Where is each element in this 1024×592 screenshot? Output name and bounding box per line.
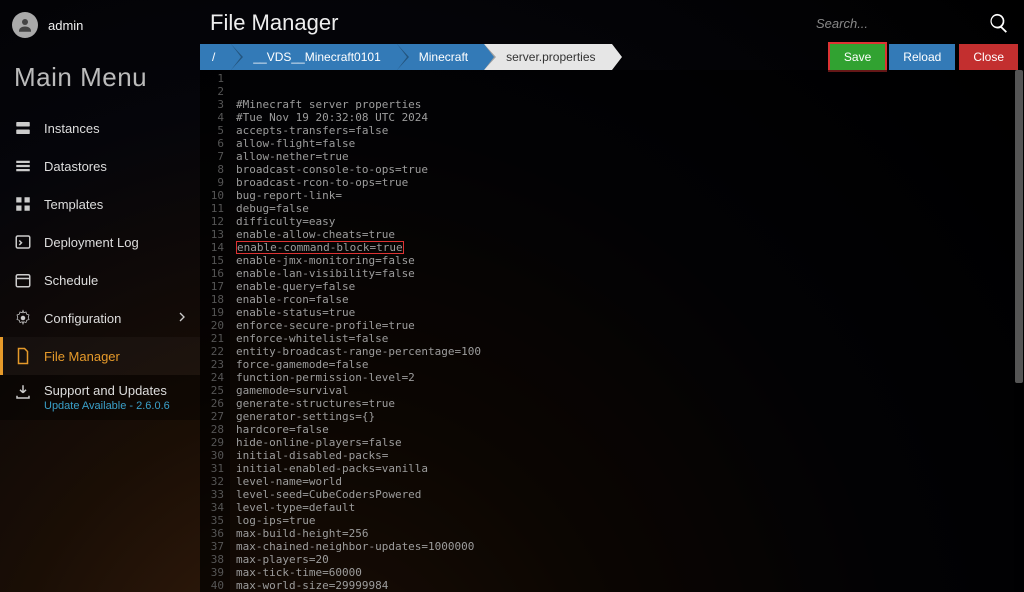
scrollbar-vertical[interactable] (1014, 70, 1024, 592)
editor-line[interactable]: level-name=world (236, 475, 1018, 488)
editor-line[interactable]: max-tick-time=60000 (236, 566, 1018, 579)
breadcrumb-row: /__VDS__Minecraft0101Minecraftserver.pro… (200, 44, 1018, 70)
scrollbar-thumb[interactable] (1015, 70, 1023, 383)
editor-line[interactable]: enable-status=true (236, 306, 1018, 319)
sidebar-item-schedule[interactable]: Schedule (0, 261, 200, 299)
editor-line[interactable]: enable-allow-cheats=true (236, 228, 1018, 241)
editor-line[interactable]: enforce-secure-profile=true (236, 319, 1018, 332)
editor-line[interactable]: initial-disabled-packs= (236, 449, 1018, 462)
breadcrumbs: /__VDS__Minecraft0101Minecraftserver.pro… (200, 44, 822, 70)
sidebar-item-deployment-log[interactable]: Deployment Log (0, 223, 200, 261)
sidebar-item-label: Datastores (44, 159, 107, 174)
editor-line[interactable]: force-gamemode=false (236, 358, 1018, 371)
sidebar-item-datastores[interactable]: Datastores (0, 147, 200, 185)
editor-line[interactable]: allow-flight=false (236, 137, 1018, 150)
editor-line[interactable]: initial-enabled-packs=vanilla (236, 462, 1018, 475)
sidebar-item-label: Schedule (44, 273, 98, 288)
sidebar-item-label: File Manager (44, 349, 120, 364)
save-button[interactable]: Save (830, 44, 885, 70)
storage-icon (14, 157, 32, 175)
editor-line[interactable]: accepts-transfers=false (236, 124, 1018, 137)
editor-line[interactable]: generator-settings={} (236, 410, 1018, 423)
editor-line[interactable]: #Tue Nov 19 20:32:08 UTC 2024 (236, 111, 1018, 124)
sidebar-item-templates[interactable]: Templates (0, 185, 200, 223)
main-menu-title: Main Menu (0, 44, 200, 107)
breadcrumb-item[interactable]: server.properties (484, 44, 611, 70)
editor-line[interactable]: gamemode=survival (236, 384, 1018, 397)
code-editor[interactable]: 1234567891011121314151617181920212223242… (200, 70, 1024, 592)
breadcrumb-item[interactable]: __VDS__Minecraft0101 (231, 44, 396, 70)
download-icon (14, 383, 32, 401)
close-button[interactable]: Close (959, 44, 1018, 70)
sidebar-item-file-manager[interactable]: File Manager (0, 337, 200, 375)
editor-line[interactable]: hardcore=false (236, 423, 1018, 436)
editor-line[interactable]: enable-lan-visibility=false (236, 267, 1018, 280)
search-input[interactable] (816, 16, 976, 31)
action-buttons: Save Reload Close (830, 44, 1018, 70)
menu-list: Instances Datastores Templates Deployment L… (0, 109, 200, 420)
sidebar-item-label: Support and Updates (44, 383, 170, 398)
avatar (12, 12, 38, 38)
update-available-label: Update Available - 2.6.0.6 (44, 400, 170, 412)
editor-line[interactable]: difficulty=easy (236, 215, 1018, 228)
sidebar-item-label: Deployment Log (44, 235, 139, 250)
editor-line[interactable]: enable-jmx-monitoring=false (236, 254, 1018, 267)
sidebar: admin Main Menu Instances Datastores Templ… (0, 0, 200, 592)
sidebar-item-label: Configuration (44, 311, 121, 326)
sidebar-item-instances[interactable]: Instances (0, 109, 200, 147)
log-icon (14, 233, 32, 251)
editor-gutter: 1234567891011121314151617181920212223242… (200, 70, 230, 592)
editor-content[interactable]: #Minecraft server properties#Tue Nov 19 … (230, 70, 1024, 592)
editor-line[interactable]: broadcast-rcon-to-ops=true (236, 176, 1018, 189)
editor-line[interactable]: function-permission-level=2 (236, 371, 1018, 384)
topbar: File Manager (200, 0, 1024, 42)
editor-line[interactable]: debug=false (236, 202, 1018, 215)
editor-line[interactable]: level-type=default (236, 501, 1018, 514)
editor-line[interactable]: generate-structures=true (236, 397, 1018, 410)
editor-line[interactable]: level-seed=CubeCodersPowered (236, 488, 1018, 501)
editor-line[interactable]: max-players=20 (236, 553, 1018, 566)
grid-icon (14, 195, 32, 213)
editor-line[interactable]: log-ips=true (236, 514, 1018, 527)
user-row[interactable]: admin (0, 6, 200, 44)
main-area: File Manager /__VDS__Minecraft0101Minecr… (200, 0, 1024, 592)
breadcrumb-item[interactable]: Minecraft (397, 44, 484, 70)
editor-line[interactable]: max-world-size=29999984 (236, 579, 1018, 592)
editor-line[interactable]: bug-report-link= (236, 189, 1018, 202)
editor-line[interactable]: enable-query=false (236, 280, 1018, 293)
sidebar-item-label: Instances (44, 121, 100, 136)
chevron-right-icon (174, 309, 190, 328)
sidebar-item-label: Templates (44, 197, 103, 212)
server-icon (14, 119, 32, 137)
editor-line[interactable]: max-chained-neighbor-updates=1000000 (236, 540, 1018, 553)
editor-line[interactable]: allow-nether=true (236, 150, 1018, 163)
page-title: File Manager (210, 10, 338, 36)
editor-line[interactable]: #Minecraft server properties (236, 98, 1018, 111)
username: admin (48, 18, 83, 33)
editor-line[interactable]: enable-rcon=false (236, 293, 1018, 306)
editor-line[interactable]: max-build-height=256 (236, 527, 1018, 540)
sidebar-item-configuration[interactable]: Configuration (0, 299, 200, 337)
breadcrumb-item[interactable]: / (200, 44, 231, 70)
editor-line[interactable]: hide-online-players=false (236, 436, 1018, 449)
reload-button[interactable]: Reload (889, 44, 955, 70)
editor-line[interactable]: enable-command-block=true (236, 241, 1018, 254)
sidebar-item-support-and-updates[interactable]: Support and Updates Update Available - 2.… (0, 375, 200, 420)
editor-line[interactable]: entity-broadcast-range-percentage=100 (236, 345, 1018, 358)
editor-line[interactable]: enforce-whitelist=false (236, 332, 1018, 345)
calendar-icon (14, 271, 32, 289)
file-icon (14, 347, 32, 365)
editor-line[interactable]: broadcast-console-to-ops=true (236, 163, 1018, 176)
search-icon[interactable] (988, 12, 1010, 34)
gear-icon (14, 309, 32, 327)
